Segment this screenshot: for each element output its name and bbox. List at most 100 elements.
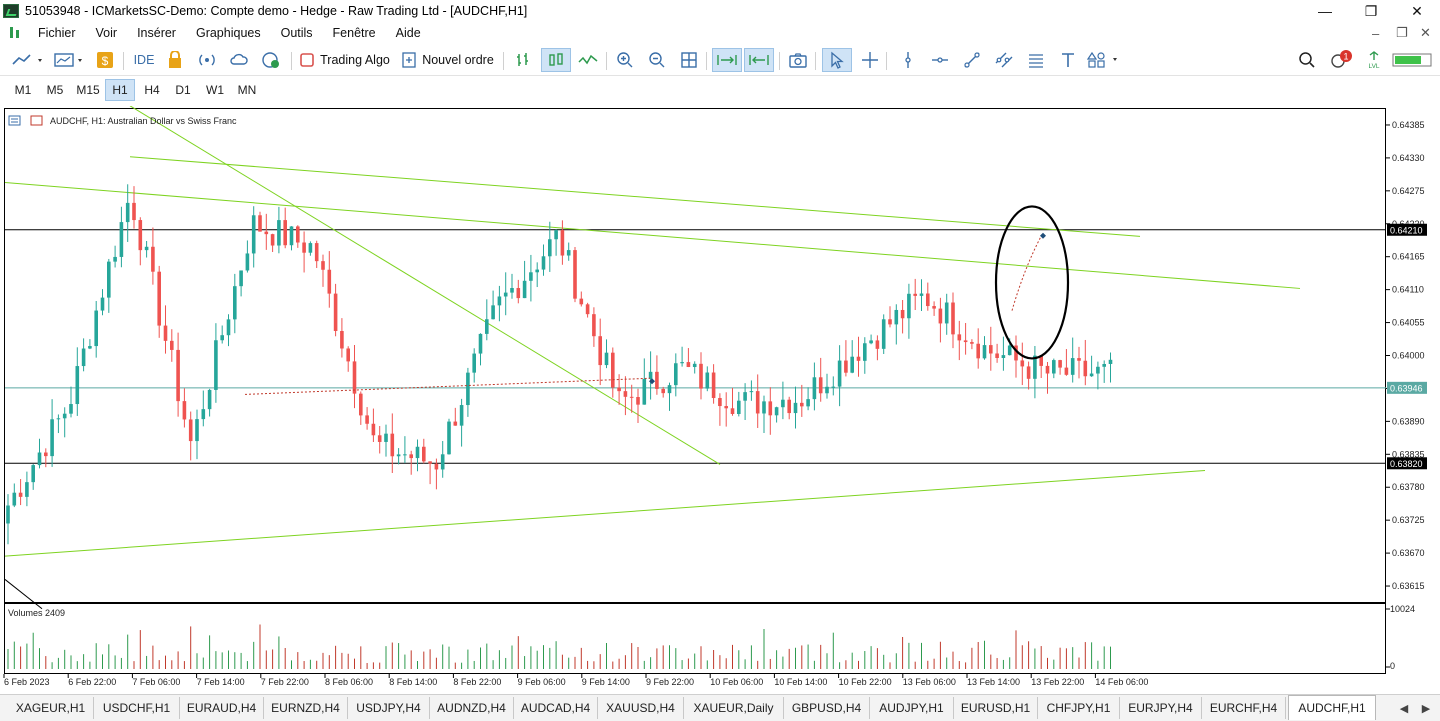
bear-candle bbox=[818, 377, 823, 394]
bear-candle bbox=[359, 393, 363, 416]
search-icon[interactable] bbox=[1296, 48, 1318, 72]
autoscroll-icon[interactable] bbox=[712, 48, 742, 72]
tab-usdjpy-h4[interactable]: USDJPY,H4 bbox=[348, 697, 430, 719]
restore-button[interactable]: ❐ bbox=[1348, 0, 1394, 22]
bull-candle bbox=[62, 413, 67, 419]
minimize-button[interactable]: — bbox=[1302, 0, 1348, 22]
fibonacci-icon[interactable] bbox=[1024, 48, 1048, 72]
chart-menu-icon[interactable] bbox=[8, 26, 22, 40]
tab-xageur-h1[interactable]: XAGEUR,H1 bbox=[8, 697, 94, 719]
bear-candle bbox=[768, 401, 773, 416]
bear-candle bbox=[951, 302, 955, 335]
notifications-icon[interactable]: 1 bbox=[1328, 48, 1354, 72]
price-chart[interactable]: 0.643850.643300.642750.642200.641650.641… bbox=[0, 106, 1440, 694]
timeframe-m5[interactable]: M5 bbox=[40, 79, 70, 101]
menu-fichier[interactable]: Fichier bbox=[28, 26, 86, 40]
channel-icon[interactable] bbox=[992, 48, 1016, 72]
time-tick-label: 13 Feb 14:00 bbox=[967, 677, 1020, 687]
tab-eurnzd-h4[interactable]: EURNZD,H4 bbox=[264, 697, 348, 719]
bear-candle bbox=[1083, 360, 1088, 377]
vps-icon[interactable] bbox=[260, 48, 282, 72]
shapes-icon[interactable] bbox=[1086, 48, 1122, 72]
bull-candle bbox=[251, 215, 256, 254]
bull-candle bbox=[239, 270, 243, 287]
template-icon[interactable] bbox=[52, 48, 88, 72]
bear-candle bbox=[18, 492, 23, 497]
candlestick-icon[interactable] bbox=[541, 48, 571, 72]
horizontal-line-icon[interactable] bbox=[928, 48, 952, 72]
cloud-icon[interactable] bbox=[228, 48, 250, 72]
tab-gbpusd-h4[interactable]: GBPUSD,H4 bbox=[784, 697, 870, 719]
screenshot-icon[interactable] bbox=[786, 48, 810, 72]
timeframe-h1[interactable]: H1 bbox=[105, 79, 135, 101]
bear-candle bbox=[970, 342, 974, 344]
level-price-label: 0.64210 bbox=[1390, 225, 1423, 235]
price-tick-label: 0.64330 bbox=[1392, 153, 1425, 163]
lock-icon[interactable] bbox=[164, 48, 186, 72]
bar-chart-icon[interactable] bbox=[510, 48, 536, 72]
tab-audcad-h4[interactable]: AUDCAD,H4 bbox=[514, 697, 598, 719]
vertical-line-icon[interactable] bbox=[896, 48, 920, 72]
bear-candle bbox=[560, 230, 565, 256]
chart-restore-button[interactable]: ❐ bbox=[1396, 22, 1408, 44]
bull-candle bbox=[642, 378, 647, 405]
bear-candle bbox=[1020, 360, 1025, 367]
new-order-button[interactable]: Nouvel ordre bbox=[400, 48, 496, 72]
timeframe-h4[interactable]: H4 bbox=[137, 79, 167, 101]
tab-chfjpy-h1[interactable]: CHFJPY,H1 bbox=[1038, 697, 1120, 719]
ide-button[interactable]: IDE bbox=[130, 48, 158, 72]
menu-fenetre[interactable]: Fenêtre bbox=[323, 26, 386, 40]
tab-xaueur-daily[interactable]: XAUEUR,Daily bbox=[684, 697, 784, 719]
tab-euraud-h4[interactable]: EURAUD,H4 bbox=[180, 697, 264, 719]
signal-strength-icon[interactable]: LVL bbox=[1362, 48, 1386, 72]
menu-outils[interactable]: Outils bbox=[271, 26, 323, 40]
menu-inserer[interactable]: Insérer bbox=[127, 26, 186, 40]
tab-eurjpy-h4[interactable]: EURJPY,H4 bbox=[1120, 697, 1202, 719]
signal-icon[interactable] bbox=[196, 48, 218, 72]
chart-type-icon[interactable] bbox=[10, 48, 46, 72]
close-button[interactable]: ✕ bbox=[1394, 0, 1440, 22]
tile-windows-icon[interactable] bbox=[677, 48, 701, 72]
bull-candle bbox=[510, 288, 514, 293]
bull-candle bbox=[466, 372, 470, 406]
tab-audchf-h1[interactable]: AUDCHF,H1 bbox=[1288, 695, 1376, 720]
trendline-icon[interactable] bbox=[960, 48, 984, 72]
tabs-scroll-left-icon[interactable]: ◀ bbox=[1392, 697, 1416, 719]
timeframe-w1[interactable]: W1 bbox=[200, 79, 230, 101]
menu-graphiques[interactable]: Graphiques bbox=[186, 26, 271, 40]
price-tick-label: 0.64165 bbox=[1392, 252, 1425, 262]
tab-eurchf-h4[interactable]: EURCHF,H4 bbox=[1202, 697, 1286, 719]
chart-close-button[interactable]: ✕ bbox=[1420, 22, 1431, 44]
tab-eurusd-h1[interactable]: EURUSD,H1 bbox=[954, 697, 1038, 719]
bull-candle bbox=[31, 465, 35, 483]
timeframe-m15[interactable]: M15 bbox=[72, 79, 104, 101]
timeframe-d1[interactable]: D1 bbox=[168, 79, 198, 101]
cursor-icon[interactable] bbox=[822, 48, 852, 72]
chart-minimize-button[interactable]: – bbox=[1372, 22, 1379, 44]
market-icon[interactable]: $ bbox=[94, 48, 116, 72]
bull-candle bbox=[485, 319, 489, 334]
tabs-scroll-right-icon[interactable]: ▶ bbox=[1414, 697, 1438, 719]
menu-voir[interactable]: Voir bbox=[86, 26, 128, 40]
bull-candle bbox=[737, 400, 741, 414]
tab-audjpy-h1[interactable]: AUDJPY,H1 bbox=[870, 697, 954, 719]
bull-candle bbox=[56, 418, 61, 420]
tab-audnzd-h4[interactable]: AUDNZD,H4 bbox=[430, 697, 514, 719]
bull-candle bbox=[75, 366, 80, 405]
time-tick-label: 6 Feb 2023 bbox=[4, 677, 50, 687]
timeframe-mn[interactable]: MN bbox=[232, 79, 262, 101]
menu-aide[interactable]: Aide bbox=[386, 26, 431, 40]
bull-candle bbox=[50, 419, 54, 457]
bear-candle bbox=[352, 361, 357, 394]
crosshair-icon[interactable] bbox=[858, 48, 882, 72]
tab-usdchf-h1[interactable]: USDCHF,H1 bbox=[94, 697, 180, 719]
chart-shift-icon[interactable] bbox=[744, 48, 774, 72]
line-chart-icon[interactable] bbox=[575, 48, 601, 72]
bear-candle bbox=[371, 423, 376, 436]
trading-algo-button[interactable]: Trading Algo bbox=[298, 48, 392, 72]
timeframe-m1[interactable]: M1 bbox=[8, 79, 38, 101]
text-tool-icon[interactable] bbox=[1056, 48, 1080, 72]
zoom-in-icon[interactable] bbox=[613, 48, 637, 72]
zoom-out-icon[interactable] bbox=[645, 48, 669, 72]
tab-xauusd-h4[interactable]: XAUUSD,H4 bbox=[598, 697, 684, 719]
